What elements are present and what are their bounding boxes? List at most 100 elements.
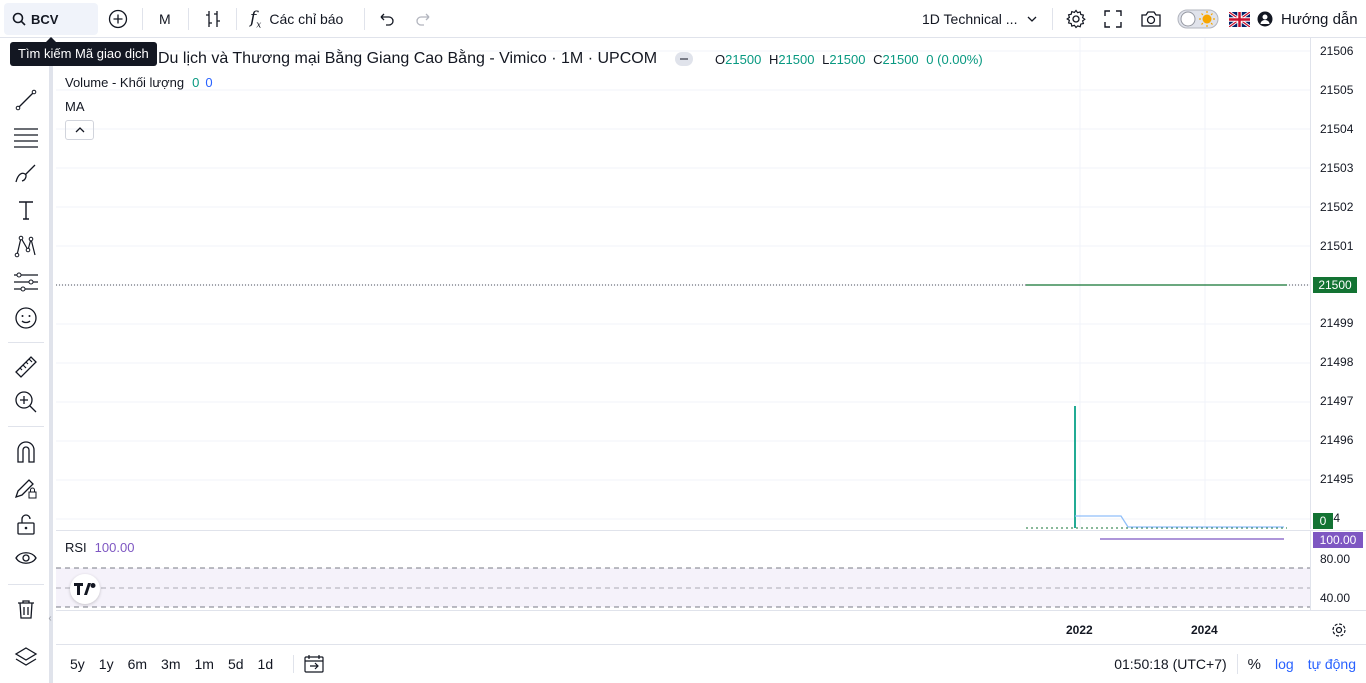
prediction-tool[interactable] (12, 268, 40, 296)
tradingview-logo[interactable] (70, 574, 100, 604)
trash-icon (15, 598, 37, 620)
layout-select[interactable]: 1D Technical ... (922, 0, 1037, 38)
rsi-legend[interactable]: RSI 100.00 (65, 540, 134, 555)
brush-tool[interactable] (12, 160, 40, 188)
close-value: 21500 (882, 51, 919, 67)
clock[interactable]: 01:50:18 (UTC+7) (1114, 656, 1226, 672)
rsi-scale[interactable]: 100.00 80.00 40.00 (1310, 530, 1366, 610)
percent-toggle[interactable]: % (1248, 656, 1261, 673)
theme-toggle[interactable] (1177, 0, 1219, 38)
interval-button[interactable]: M (159, 0, 171, 38)
volume-legend[interactable]: Volume - Khối lượng 0 0 (65, 75, 213, 90)
series-legend: Du lịch và Thương mại Bằng Giang Cao Bằn… (158, 50, 983, 68)
price-tick: 21504 (1320, 122, 1354, 136)
volume-value-1: 0 (192, 75, 200, 90)
drawing-toolbar: ‹ (0, 38, 53, 683)
lock-drawing-tool[interactable] (12, 474, 40, 502)
bottom-toolbar: 5y 1y 6m 3m 1m 5d 1d 01:50:18 (UTC+7) % … (56, 644, 1366, 683)
ma-label: MA (65, 99, 85, 114)
interval-label: M (159, 11, 171, 27)
trend-line-tool[interactable] (12, 86, 40, 114)
zoom-tool[interactable] (12, 388, 40, 416)
last-price-badge: 21500 (1313, 277, 1357, 293)
chart-type-button[interactable] (203, 0, 223, 38)
redo-button[interactable] (415, 0, 433, 38)
layout-name: 1D Technical ... (922, 11, 1018, 27)
smiley-icon (14, 306, 38, 330)
guide-button[interactable]: Hướng dẫn (1257, 0, 1358, 38)
ma-line (1075, 515, 1284, 528)
search-icon (12, 12, 26, 26)
range-5y[interactable]: 5y (70, 656, 85, 672)
chevron-up-icon (75, 126, 85, 134)
collapse-legend-button[interactable] (65, 120, 94, 140)
user-icon (1257, 11, 1273, 27)
price-scale[interactable]: 21506 21505 21504 21503 21502 21501 21499 21498… (1310, 38, 1366, 529)
uk-flag-icon (1229, 11, 1250, 27)
series-title[interactable]: Du lịch và Thương mại Bằng Giang Cao Bằn… (158, 50, 657, 68)
guide-label: Hướng dẫn (1281, 10, 1358, 28)
volume-label: Volume - Khối lượng (65, 75, 185, 90)
language-button[interactable] (1229, 0, 1250, 38)
go-to-date-button[interactable] (293, 655, 324, 673)
range-6m[interactable]: 6m (128, 656, 147, 672)
high-label: H (768, 51, 779, 67)
main-chart-pane[interactable]: Du lịch và Thương mại Bằng Giang Cao Bằn… (56, 38, 1310, 529)
remove-drawings-tool[interactable] (12, 595, 40, 623)
horizontal-lines-icon (13, 125, 39, 149)
top-toolbar: BCV M fx Các chỉ báo 1D Technical ... Hư (0, 0, 1366, 38)
pattern-tool[interactable] (12, 232, 40, 260)
object-tree-button[interactable] (12, 643, 40, 671)
hide-drawings-tool[interactable] (12, 544, 40, 572)
measure-tool[interactable] (12, 353, 40, 381)
chevron-down-icon (1027, 14, 1037, 24)
text-icon (15, 199, 37, 221)
price-tick: 21503 (1320, 161, 1354, 175)
fullscreen-button[interactable] (1103, 0, 1123, 38)
price-tick: 21498 (1320, 355, 1354, 369)
brush-icon (14, 162, 38, 186)
undo-button[interactable] (377, 0, 395, 38)
auto-toggle[interactable]: tự động (1308, 656, 1356, 672)
range-5d[interactable]: 5d (228, 656, 244, 672)
indicators-button[interactable]: fx Các chỉ báo (250, 0, 343, 38)
eye-icon (14, 546, 38, 570)
magnet-tool[interactable] (12, 438, 40, 466)
time-scale[interactable]: 2022 2024 (56, 610, 1366, 644)
time-label-2024: 2024 (1191, 623, 1218, 637)
range-1m[interactable]: 1m (195, 656, 214, 672)
emoji-tool[interactable] (12, 304, 40, 332)
fib-tool[interactable] (12, 123, 40, 151)
text-tool[interactable] (12, 196, 40, 224)
range-1d[interactable]: 1d (258, 656, 274, 672)
rsi-pane[interactable]: RSI 100.00 (56, 530, 1310, 610)
magnet-icon (14, 440, 38, 464)
plus-circle-icon (108, 9, 128, 29)
screenshot-button[interactable] (1140, 0, 1162, 38)
symbol-name: BCV (31, 11, 59, 27)
theme-toggle-icon (1177, 9, 1219, 29)
add-symbol-button[interactable] (108, 0, 128, 38)
symbol-search-button[interactable]: BCV (4, 3, 98, 35)
rsi-badge: 100.00 (1313, 532, 1363, 548)
ma-legend[interactable]: MA (65, 99, 85, 114)
collapse-toolbar-handle[interactable]: ‹ (46, 603, 54, 633)
price-tick: 21501 (1320, 239, 1354, 253)
range-3m[interactable]: 3m (161, 656, 180, 672)
ohlc-values: O21500 H21500 L21500 C21500 0 (0.00%) (715, 52, 983, 67)
gear-icon (1331, 622, 1347, 638)
price-tick: 21502 (1320, 200, 1354, 214)
open-value: 21500 (725, 51, 762, 67)
legend-menu-icon[interactable] (675, 52, 694, 66)
scale-settings-button[interactable] (1331, 622, 1347, 638)
settings-button[interactable] (1065, 0, 1087, 38)
low-value: 21500 (829, 51, 866, 67)
gear-icon (1065, 8, 1087, 30)
bars-icon (203, 9, 223, 29)
log-toggle[interactable]: log (1275, 656, 1294, 672)
lock-all-tool[interactable] (12, 510, 40, 538)
volume-badge: 0 (1313, 513, 1333, 529)
range-1y[interactable]: 1y (99, 656, 114, 672)
price-tick: 21506 (1320, 44, 1354, 58)
price-tick: 21497 (1320, 394, 1354, 408)
